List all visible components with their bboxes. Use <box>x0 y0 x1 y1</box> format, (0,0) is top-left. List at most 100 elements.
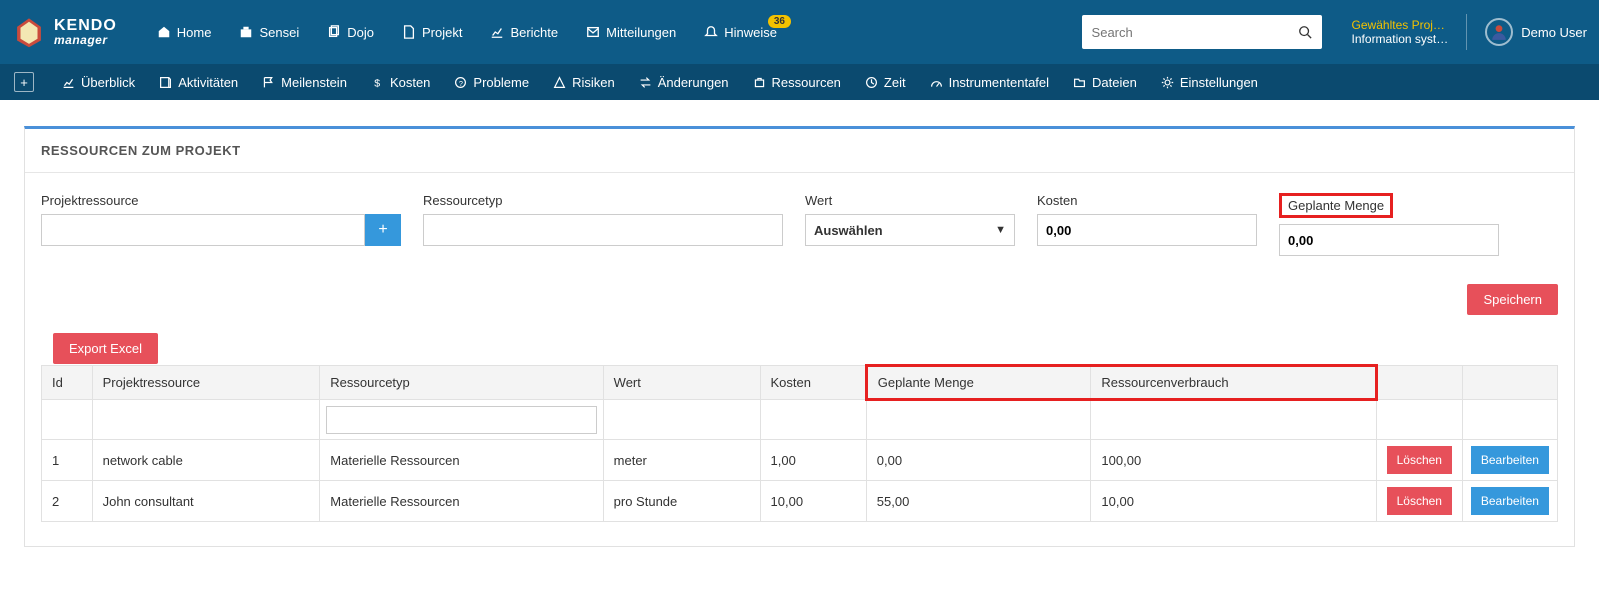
project-line1: Gewähltes Proj… <box>1352 18 1449 32</box>
nav-home-label: Home <box>177 25 212 40</box>
subnav-einstellungen[interactable]: Einstellungen <box>1161 75 1258 90</box>
add-button[interactable]: + <box>14 72 34 92</box>
cell-id: 2 <box>42 481 93 522</box>
th-projektressource[interactable]: Projektressource <box>92 366 320 400</box>
cell-projektressource: network cable <box>92 440 320 481</box>
select-wert[interactable]: Auswählen ▼ <box>805 214 1015 246</box>
project-line2: Information syst… <box>1352 32 1449 46</box>
search-icon <box>1298 25 1312 39</box>
subnav-instrumententafel-label: Instrumententafel <box>949 75 1049 90</box>
logo[interactable]: KENDO manager <box>12 15 117 49</box>
delete-button[interactable]: Löschen <box>1387 446 1452 474</box>
fg-wert: Wert Auswählen ▼ <box>805 193 1015 256</box>
subnav-dateien[interactable]: Dateien <box>1073 75 1137 90</box>
project-selector[interactable]: Gewähltes Proj… Information syst… <box>1352 18 1449 46</box>
vertical-separator <box>1466 14 1467 50</box>
file-icon <box>402 25 416 39</box>
th-id[interactable]: Id <box>42 366 93 400</box>
nav-berichte-label: Berichte <box>510 25 558 40</box>
form-actions: Speichern <box>41 284 1558 315</box>
subnav-probleme[interactable]: ? Probleme <box>454 75 529 90</box>
cell-id: 1 <box>42 440 93 481</box>
cell-geplante: 55,00 <box>866 481 1091 522</box>
subnav-meilenstein[interactable]: Meilenstein <box>262 75 347 90</box>
input-geplante-menge[interactable] <box>1279 224 1499 256</box>
chart-icon <box>490 25 504 39</box>
save-button[interactable]: Speichern <box>1467 284 1558 315</box>
th-edit <box>1462 366 1557 400</box>
home-icon <box>157 25 171 39</box>
nav-projekt[interactable]: Projekt <box>402 25 462 40</box>
nav-projekt-label: Projekt <box>422 25 462 40</box>
subnav-uberblick[interactable]: Überblick <box>62 75 135 90</box>
cell-projektressource: John consultant <box>92 481 320 522</box>
nav-sensei[interactable]: Sensei <box>239 25 299 40</box>
subnav-ressourcen-label: Ressourcen <box>772 75 841 90</box>
mail-icon <box>586 25 600 39</box>
form-row: Projektressource + Ressourcetyp Wert Aus… <box>41 193 1558 256</box>
svg-text:$: $ <box>374 77 380 88</box>
subnav-kosten-label: Kosten <box>390 75 430 90</box>
search-input[interactable] <box>1092 25 1298 40</box>
subnav-ressourcen[interactable]: Ressourcen <box>753 75 841 90</box>
clock-icon <box>865 76 878 89</box>
label-ressourcetyp: Ressourcetyp <box>423 193 783 208</box>
edit-button[interactable]: Bearbeiten <box>1471 487 1549 515</box>
label-wert: Wert <box>805 193 1015 208</box>
user-menu[interactable]: Demo User <box>1485 18 1587 46</box>
flag-icon <box>262 76 275 89</box>
resources-table: Id Projektressource Ressourcetyp Wert Ko… <box>41 364 1558 522</box>
input-ressourcetyp[interactable] <box>423 214 783 246</box>
th-ressourcetyp[interactable]: Ressourcetyp <box>320 366 603 400</box>
cell-kosten: 1,00 <box>760 440 866 481</box>
select-wert-value: Auswählen <box>814 223 883 238</box>
subnav-kosten[interactable]: $ Kosten <box>371 75 430 90</box>
copy-icon <box>327 25 341 39</box>
nav-dojo[interactable]: Dojo <box>327 25 374 40</box>
cell-verbrauch: 10,00 <box>1091 481 1376 522</box>
nav-hinweise[interactable]: Hinweise 36 <box>704 25 777 40</box>
filter-ressourcetyp[interactable] <box>326 406 596 434</box>
subnav-uberblick-label: Überblick <box>81 75 135 90</box>
export-excel-button[interactable]: Export Excel <box>53 333 158 364</box>
projektressource-input-wrap: + <box>41 214 401 246</box>
subnav-aktivitaten-label: Aktivitäten <box>178 75 238 90</box>
table-filter-row <box>42 400 1558 440</box>
subnav-zeit[interactable]: Zeit <box>865 75 906 90</box>
chevron-down-icon: ▼ <box>995 224 1006 236</box>
subnav: + Überblick Aktivitäten Meilenstein $ Ko… <box>0 64 1599 100</box>
overview-icon <box>62 76 75 89</box>
nav-mitteilungen[interactable]: Mitteilungen <box>586 25 676 40</box>
search-box[interactable] <box>1082 15 1322 49</box>
nav-home[interactable]: Home <box>157 25 212 40</box>
avatar-icon <box>1490 23 1508 41</box>
nav-dojo-label: Dojo <box>347 25 374 40</box>
logo-line2: manager <box>54 34 117 46</box>
edit-button[interactable]: Bearbeiten <box>1471 446 1549 474</box>
subnav-aktivitaten[interactable]: Aktivitäten <box>159 75 238 90</box>
activity-icon <box>159 76 172 89</box>
subnav-einstellungen-label: Einstellungen <box>1180 75 1258 90</box>
subnav-risiken[interactable]: Risiken <box>553 75 615 90</box>
subnav-zeit-label: Zeit <box>884 75 906 90</box>
subnav-risiken-label: Risiken <box>572 75 615 90</box>
avatar <box>1485 18 1513 46</box>
delete-button[interactable]: Löschen <box>1387 487 1452 515</box>
subnav-anderungen[interactable]: Änderungen <box>639 75 729 90</box>
input-kosten[interactable] <box>1037 214 1257 246</box>
cell-wert: pro Stunde <box>603 481 760 522</box>
th-wert[interactable]: Wert <box>603 366 760 400</box>
dollar-icon: $ <box>371 76 384 89</box>
folder-icon <box>1073 76 1086 89</box>
add-resource-button[interactable]: + <box>365 214 401 246</box>
nav-berichte[interactable]: Berichte <box>490 25 558 40</box>
th-geplante-menge[interactable]: Geplante Menge <box>866 366 1091 400</box>
panel-body: Projektressource + Ressourcetyp Wert Aus… <box>25 173 1574 546</box>
subnav-instrumententafel[interactable]: Instrumententafel <box>930 75 1049 90</box>
fg-geplante-menge: Geplante Menge <box>1279 193 1499 256</box>
input-projektressource[interactable] <box>41 214 365 246</box>
label-projektressource: Projektressource <box>41 193 401 208</box>
th-ressourcenverbrauch[interactable]: Ressourcenverbrauch <box>1091 366 1376 400</box>
th-kosten[interactable]: Kosten <box>760 366 866 400</box>
logo-icon <box>12 15 46 49</box>
